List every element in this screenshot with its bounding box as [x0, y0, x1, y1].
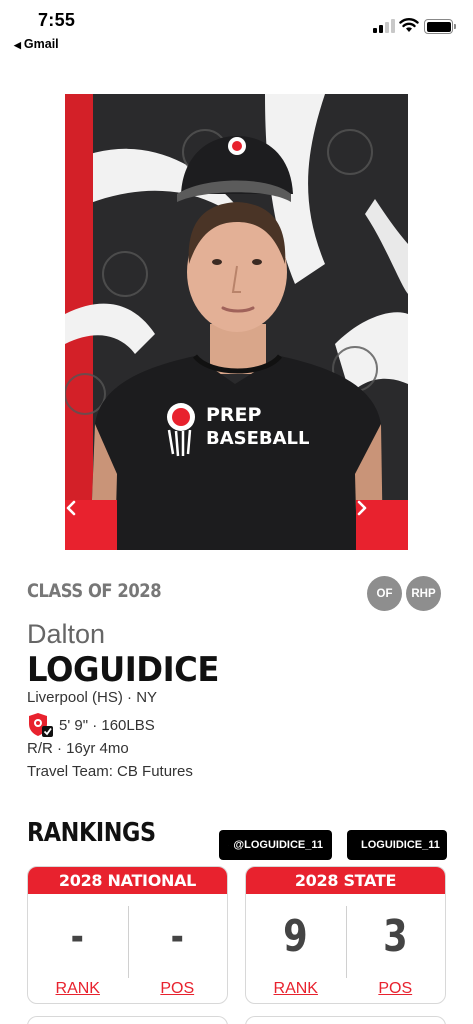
x-profile-button[interactable]: @LOGUIDICE_11: [219, 830, 332, 860]
national-pos-value: -: [170, 914, 184, 960]
national-rank-link[interactable]: RANK: [56, 980, 100, 998]
state-rank-value: 9: [283, 911, 309, 962]
x-handle: @LOGUIDICE_11: [233, 839, 323, 851]
national-pos-link[interactable]: POS: [160, 980, 194, 998]
state-pos-column: 3 POS: [346, 894, 446, 1003]
next-card-partial: [245, 1016, 446, 1024]
state-ranking-body: 9 RANK 3 POS: [246, 894, 446, 1003]
player-measurements: 5' 9" · 160LBS: [59, 716, 155, 734]
back-triangle-icon: ◀: [14, 40, 21, 50]
cellular-signal-icon: [373, 19, 395, 33]
state-rank-link[interactable]: RANK: [274, 980, 318, 998]
position-badge-rhp[interactable]: RHP: [406, 576, 441, 611]
player-photo-image: PREP BASEBALL: [65, 94, 408, 550]
battery-level: [426, 21, 451, 32]
player-first-name: Dalton: [27, 619, 106, 649]
back-app-label: Gmail: [23, 37, 59, 51]
shirt-logo-line2: BASEBALL: [206, 428, 310, 449]
player-travel-team: Travel Team: CB Futures: [27, 763, 193, 780]
chevron-right-icon: [357, 500, 367, 516]
instagram-handle: LOGUIDICE_11: [361, 839, 440, 851]
rankings-heading: RANKINGS: [27, 818, 156, 848]
shirt-logo-line1: PREP: [206, 404, 262, 426]
state-ranking-header: 2028 STATE: [246, 867, 445, 894]
position-badge-of[interactable]: OF: [367, 576, 402, 611]
player-school: Liverpool (HS) · NY: [27, 689, 158, 706]
state-pos-link[interactable]: POS: [378, 980, 412, 998]
chevron-left-icon: [66, 500, 76, 516]
back-to-app-link[interactable]: ◀ Gmail: [14, 37, 59, 51]
national-ranking-card: 2028 NATIONAL - RANK - POS: [27, 866, 228, 1004]
national-ranking-header: 2028 NATIONAL: [28, 867, 227, 894]
player-measurements-row: 5' 9" · 160LBS: [27, 712, 155, 738]
next-card-partial: [27, 1016, 228, 1024]
battery-icon: [424, 19, 456, 34]
national-rank-value: -: [71, 914, 85, 960]
position-badges: OF RHP: [367, 576, 441, 611]
national-pos-column: - POS: [128, 894, 228, 1003]
class-of-label: CLASS OF 2028: [27, 580, 162, 602]
state-rank-column: 9 RANK: [246, 894, 346, 1003]
photo-prev-button[interactable]: [65, 500, 117, 550]
status-time: 7:55: [38, 10, 76, 30]
status-bar: 7:55 ◀ Gmail: [0, 0, 473, 58]
national-ranking-body: - RANK - POS: [28, 894, 228, 1003]
photo-next-button[interactable]: [356, 500, 408, 550]
player-photo: PREP BASEBALL: [65, 94, 408, 550]
state-pos-value: 3: [383, 911, 408, 962]
state-ranking-card: 2028 STATE 9 RANK 3 POS: [245, 866, 446, 1004]
player-last-name: LOGUIDICE: [27, 650, 219, 690]
national-rank-column: - RANK: [28, 894, 128, 1003]
wifi-icon: [399, 18, 419, 32]
commitment-shield-icon[interactable]: [27, 712, 54, 738]
player-bats-throws-age: R/R · 16yr 4mo: [27, 740, 129, 757]
instagram-profile-button[interactable]: LOGUIDICE_11: [347, 830, 447, 860]
